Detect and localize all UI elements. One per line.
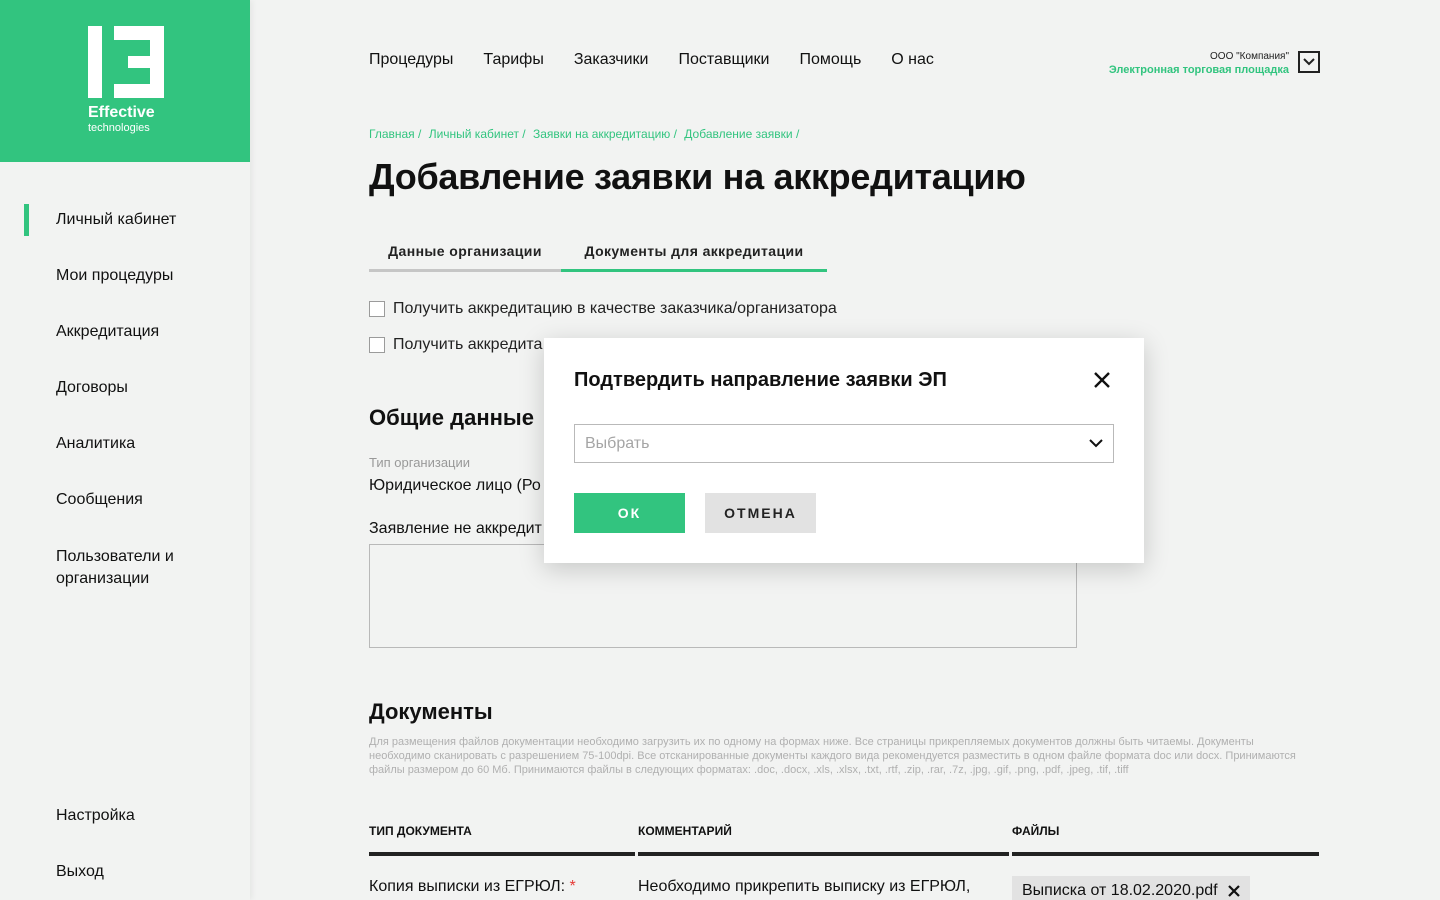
sidebar-item-accreditation[interactable]: Аккредитация [56,321,159,343]
modal-title: Подтвердить направление заявки ЭП [574,369,947,391]
logo-name: Effective [88,104,155,121]
cancel-button[interactable]: ОТМЕНА [705,493,816,533]
statement-label: Заявление не аккредит [369,520,542,537]
sidebar: Effective technologies Личный кабинет Мо… [0,0,250,900]
tab-accreditation-docs[interactable]: Документы для аккредитации [561,243,827,272]
required-mark: * [569,878,576,895]
supplier-accreditation-checkbox[interactable] [369,337,385,353]
chevron-down-icon [1303,58,1315,66]
confirm-modal: Подтвердить направление заявки ЭП Выбрат… [544,338,1144,563]
customer-accreditation-checkbox[interactable] [369,301,385,317]
documents-title: Документы [369,699,493,724]
company-info: ООО "Компания" Электронная торговая площ… [1109,51,1289,77]
select-placeholder: Выбрать [585,434,650,452]
supplier-accreditation-label: Получить аккредита [393,336,543,353]
nav-active-indicator [24,204,29,236]
breadcrumb: Главная / Личный кабинет / Заявки на акк… [369,127,803,141]
org-type-label: Тип организации [369,455,471,470]
org-type-value: Юридическое лицо (Ро [369,477,541,494]
topnav-about[interactable]: О нас [891,51,934,69]
topnav-customers[interactable]: Заказчики [574,51,649,69]
tab-org-data[interactable]: Данные организации [369,243,561,272]
sidebar-item-settings[interactable]: Настройка [56,805,135,827]
breadcrumb-current: Добавление заявки / [684,127,800,141]
topnav-suppliers[interactable]: Поставщики [679,51,770,69]
logo[interactable]: Effective technologies [0,0,250,162]
top-nav: Процедуры Тарифы Заказчики Поставщики По… [369,51,934,69]
table-header-comment: КОММЕНТАРИЙ [638,824,1009,856]
logo-mark-icon [88,26,164,98]
table-row-type: Копия выписки из ЕГРЮЛ: * [369,878,576,896]
sidebar-item-analytics[interactable]: Аналитика [56,433,135,455]
topnav-tariffs[interactable]: Тарифы [483,51,543,69]
company-dropdown-button[interactable] [1298,51,1320,73]
doc-type-text: Копия выписки из ЕГРЮЛ: [369,878,566,895]
sidebar-item-contracts[interactable]: Договоры [56,377,128,399]
general-data-title: Общие данные [369,405,534,430]
remove-file-icon[interactable] [1227,885,1240,897]
file-chip[interactable]: Выписка от 18.02.2020.pdf [1012,876,1250,900]
table-header-type: ТИП ДОКУМЕНТА [369,824,635,856]
company-platform: Электронная торговая площадка [1108,64,1289,76]
checkbox-row-customer: Получить аккредитацию в качестве заказчи… [369,300,837,318]
topnav-help[interactable]: Помощь [799,51,861,69]
ok-button[interactable]: ОК [574,493,685,533]
logo-tagline: technologies [88,122,150,134]
file-name: Выписка от 18.02.2020.pdf [1022,882,1218,899]
company-name: ООО "Компания" [1210,51,1289,62]
sidebar-item-users[interactable]: Пользователи и организации [56,546,206,590]
sidebar-item-logout[interactable]: Выход [56,861,104,883]
signature-select[interactable]: Выбрать [574,424,1114,463]
chevron-down-icon [1089,439,1103,448]
table-header-files: ФАЙЛЫ [1012,824,1319,856]
breadcrumb-home[interactable]: Главная / [369,127,421,141]
breadcrumb-cabinet[interactable]: Личный кабинет / [429,127,526,141]
customer-accreditation-label: Получить аккредитацию в качестве заказчи… [393,300,837,317]
documents-description: Для размещения файлов документации необх… [369,736,1296,776]
topnav-procedures[interactable]: Процедуры [369,51,453,69]
sidebar-item-procedures[interactable]: Мои процедуры [56,265,173,287]
breadcrumb-applications[interactable]: Заявки на аккредитацию / [533,127,677,141]
sidebar-item-messages[interactable]: Сообщения [56,489,143,511]
table-row-comment: Необходимо прикрепить выписку из ЕГРЮЛ, [638,878,971,895]
page-title: Добавление заявки на аккредитацию [369,156,1026,197]
sidebar-item-cabinet[interactable]: Личный кабинет [56,209,176,231]
close-icon[interactable] [1092,370,1112,390]
checkbox-row-supplier: Получить аккредита [369,336,542,354]
